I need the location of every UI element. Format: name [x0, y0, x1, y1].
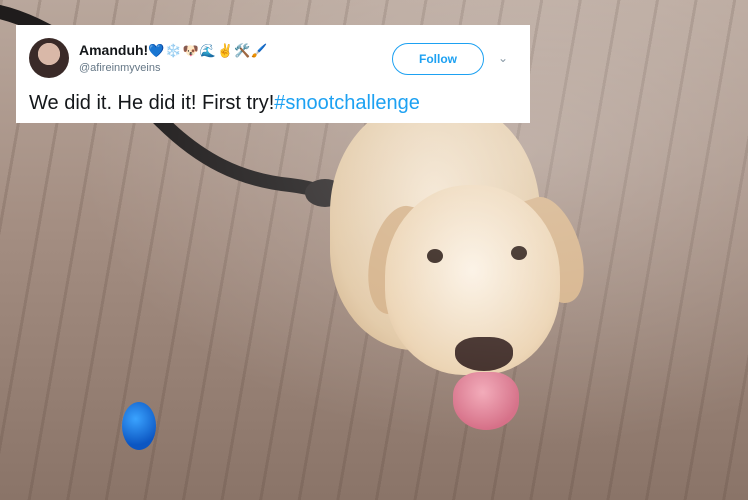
- tweet-text-main: We did it. He did it! First try!: [29, 92, 275, 114]
- follow-button[interactable]: Follow: [392, 43, 484, 75]
- tweet-text: We did it. He did it! First try!#snootch…: [29, 92, 420, 115]
- display-name[interactable]: Amanduh!💙❄️🐶🌊✌️🛠️🖌️: [79, 42, 269, 59]
- blue-ball: [122, 402, 156, 450]
- dog-head: [385, 185, 560, 375]
- display-name-text[interactable]: Amanduh!: [79, 42, 148, 58]
- dog-tongue: [453, 372, 519, 430]
- avatar[interactable]: [29, 38, 69, 78]
- dog-right-ear: [509, 189, 596, 311]
- dog-body: [330, 100, 540, 350]
- dog-nose: [455, 337, 513, 371]
- dog-left-ear: [359, 200, 436, 320]
- tweet-card: Amanduh!💙❄️🐶🌊✌️🛠️🖌️ @afireinmyveins Foll…: [16, 25, 530, 123]
- name-emojis: 💙❄️🐶🌊✌️🛠️🖌️: [148, 43, 269, 58]
- chevron-down-icon[interactable]: ⌄: [498, 51, 508, 65]
- hashtag-link[interactable]: #snootchallenge: [274, 92, 420, 114]
- dog-right-eye: [511, 246, 527, 260]
- dog-left-eye: [427, 249, 443, 263]
- user-handle[interactable]: @afireinmyveins: [79, 62, 160, 74]
